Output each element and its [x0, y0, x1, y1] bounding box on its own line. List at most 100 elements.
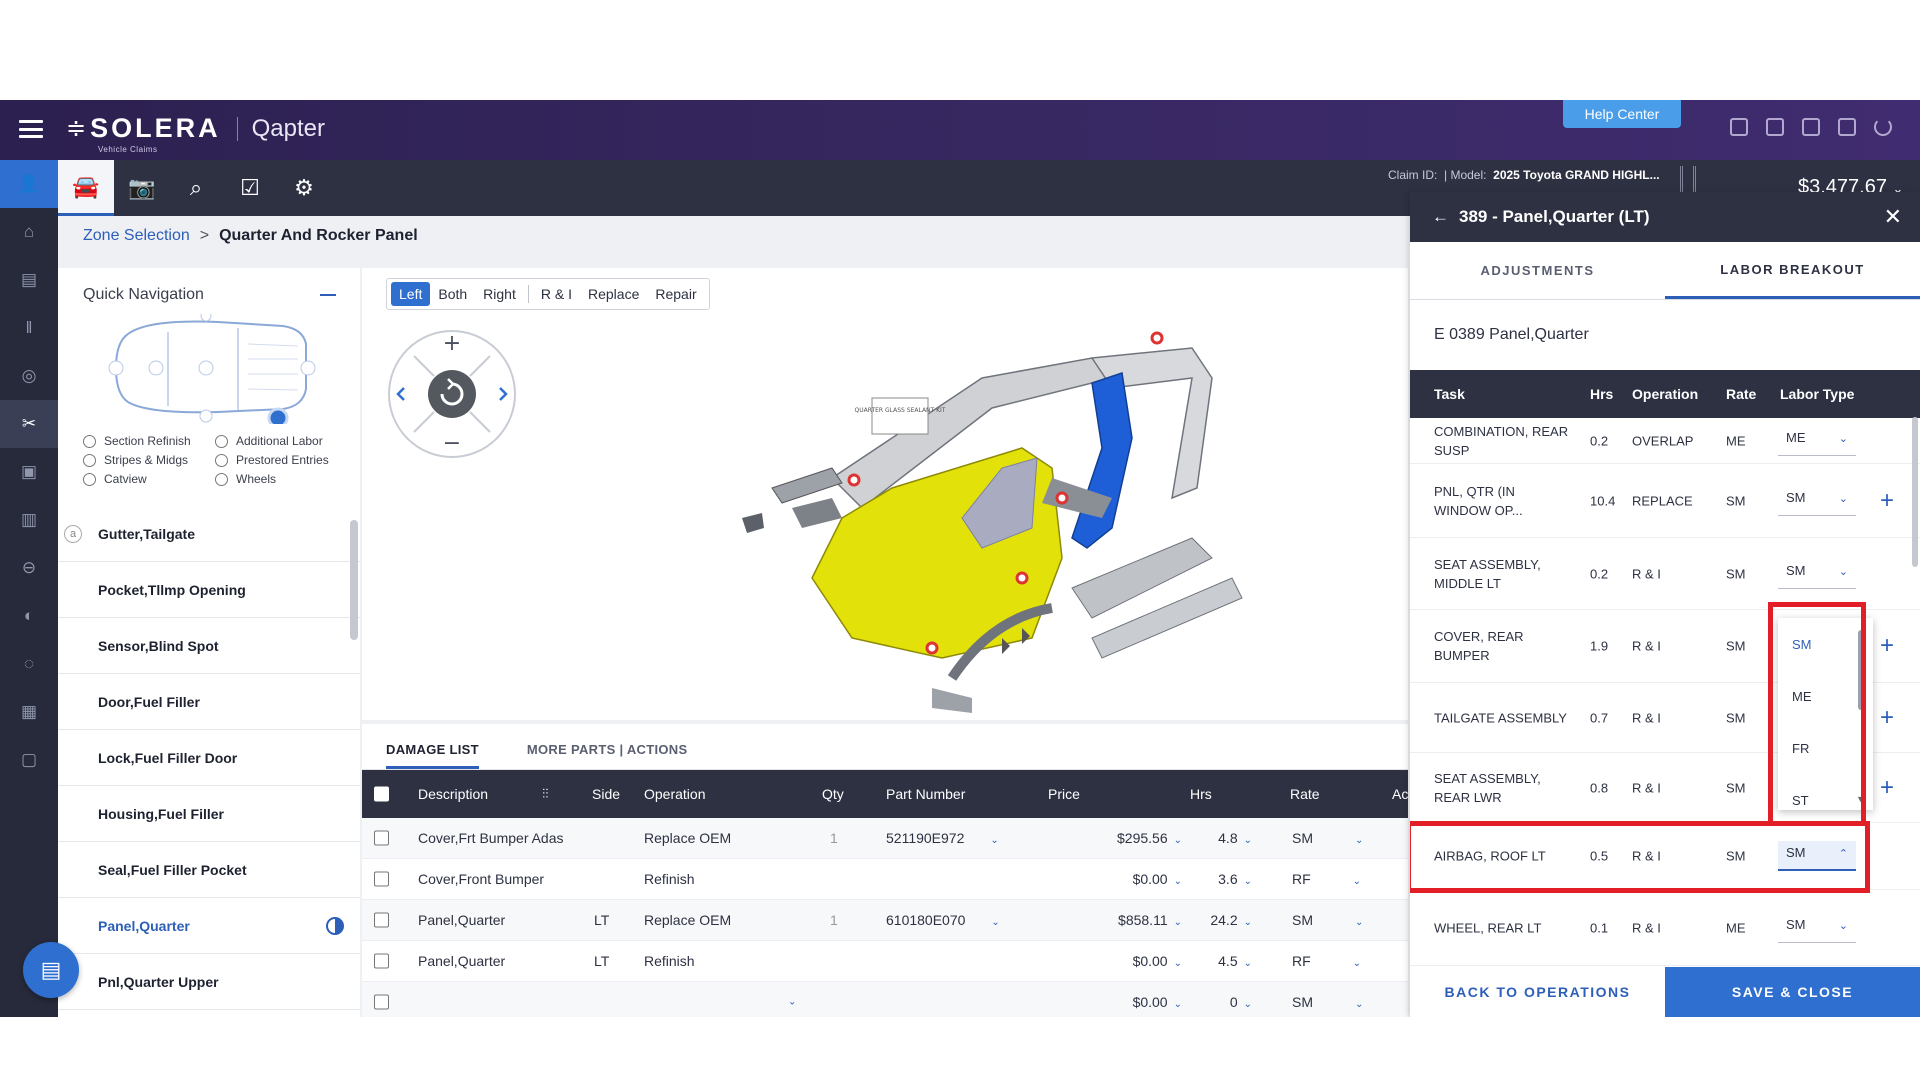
action-ri-button[interactable]: R & I: [533, 282, 580, 306]
add-icon[interactable]: +: [1880, 774, 1894, 802]
row-checkbox[interactable]: [374, 994, 389, 1010]
row-qty[interactable]: 1: [830, 830, 838, 846]
power-icon[interactable]: [1874, 118, 1892, 136]
location-icon[interactable]: ◎: [0, 352, 58, 400]
car-topview-icon[interactable]: [108, 314, 318, 424]
row-rate[interactable]: SM ⌄: [1292, 830, 1372, 846]
action-replace-button[interactable]: Replace: [580, 282, 647, 306]
labor-scrollbar[interactable]: [1912, 417, 1918, 567]
barcode-icon[interactable]: ‖: [0, 304, 58, 352]
part-item[interactable]: Seal,Fuel Filler Pocket: [58, 842, 360, 898]
option-section-refinish[interactable]: Section Refinish: [83, 434, 215, 448]
gear-icon[interactable]: ⚙: [276, 160, 332, 216]
row-qty[interactable]: 1: [830, 912, 838, 928]
labor-type-select[interactable]: SM ⌄: [1778, 913, 1856, 943]
row-price[interactable]: $0.00 ⌄: [1082, 871, 1182, 887]
row-checkbox[interactable]: [374, 830, 389, 846]
row-rate[interactable]: RF ⌄: [1292, 953, 1372, 969]
part-item[interactable]: a Gutter,Tailgate: [58, 506, 360, 562]
view-left-button[interactable]: Left: [391, 282, 431, 306]
help-center-button[interactable]: Help Center: [1563, 100, 1681, 128]
tab-more-parts-actions[interactable]: MORE PARTS | ACTIONS: [527, 742, 688, 769]
chevron-down-icon[interactable]: ⌄: [788, 997, 796, 1008]
view-right-button[interactable]: Right: [475, 282, 524, 306]
table-row[interactable]: ⌄ $0.00 ⌄ 0 ⌄ SM ⌄: [362, 982, 1408, 1017]
option-catview[interactable]: Catview: [83, 472, 215, 486]
report-icon[interactable]: ▥: [0, 496, 58, 544]
table-row[interactable]: Panel,Quarter LT Replace OEM 1 610180E070 ⌄ $8…: [362, 900, 1408, 941]
row-checkbox[interactable]: [374, 912, 389, 928]
document-nav-icon[interactable]: ▤: [0, 256, 58, 304]
option-wheels[interactable]: Wheels: [215, 472, 345, 486]
tab-labor-breakout[interactable]: LABOR BREAKOUT: [1665, 242, 1920, 299]
parts-scrollbar[interactable]: [350, 520, 358, 640]
row-hrs[interactable]: 4.5 ⌄: [1192, 953, 1252, 969]
close-icon[interactable]: ✕: [1884, 204, 1902, 230]
row-rate[interactable]: SM ⌄: [1292, 912, 1372, 928]
row-hrs[interactable]: 3.6 ⌄: [1192, 871, 1252, 887]
file-nav-icon[interactable]: ▢: [0, 736, 58, 784]
view-both-button[interactable]: Both: [430, 282, 475, 306]
collapse-icon[interactable]: [320, 294, 336, 296]
part-item[interactable]: Sensor,Blind Spot: [58, 618, 360, 674]
table-row[interactable]: Cover,Frt Bumper Adas Replace OEM 1 521190E…: [362, 818, 1408, 859]
camera-nav-icon[interactable]: ◐: [0, 592, 58, 640]
part-item[interactable]: Pocket,Tllmp Opening: [58, 562, 360, 618]
menu-icon[interactable]: [19, 120, 43, 138]
search-icon[interactable]: ⌕: [168, 160, 224, 216]
column-settings-icon[interactable]: ⫶⫶: [542, 786, 549, 802]
row-checkbox[interactable]: [374, 871, 389, 887]
row-hrs[interactable]: 0 ⌄: [1192, 994, 1252, 1010]
table-row[interactable]: Cover,Front Bumper Refinish $0.00 ⌄ 3.6 ⌄ RF ⌄: [362, 859, 1408, 900]
part-item[interactable]: Housing,Fuel Filler: [58, 786, 360, 842]
row-part-number[interactable]: 610180E070 ⌄: [886, 912, 1000, 928]
exploded-parts-diagram[interactable]: QUARTER GLASS SEALANT KIT: [692, 318, 1252, 718]
part-item[interactable]: Door,Fuel Filler: [58, 674, 360, 730]
add-icon[interactable]: +: [1880, 487, 1894, 515]
minus-circle-icon[interactable]: ⊖: [0, 544, 58, 592]
row-part-number[interactable]: 521190E972 ⌄: [886, 830, 999, 846]
document-icon[interactable]: [1802, 118, 1820, 136]
resize-handle-icon[interactable]: [1680, 166, 1696, 192]
row-rate[interactable]: SM ⌄: [1292, 994, 1372, 1010]
rotate-control[interactable]: + −: [386, 328, 518, 460]
row-price[interactable]: $0.00 ⌄: [1082, 953, 1182, 969]
row-price[interactable]: $295.56 ⌄: [1082, 830, 1182, 846]
breadcrumb-zone-selection[interactable]: Zone Selection: [83, 227, 190, 245]
apps-grid-icon[interactable]: [1730, 118, 1748, 136]
part-item-selected[interactable]: Panel,Quarter: [58, 898, 360, 954]
notes-icon[interactable]: [1838, 118, 1856, 136]
action-repair-button[interactable]: Repair: [647, 282, 704, 306]
select-all-checkbox[interactable]: [374, 786, 389, 802]
chat-icon[interactable]: ▤: [23, 942, 79, 998]
labor-type-select[interactable]: SM ⌄: [1778, 486, 1856, 516]
labor-type-select[interactable]: ME ⌄: [1778, 426, 1856, 456]
labor-type-select[interactable]: SM ⌄: [1778, 559, 1856, 589]
row-hrs[interactable]: 4.8 ⌄: [1192, 830, 1252, 846]
option-stripes-midgs[interactable]: Stripes & Midgs: [83, 453, 215, 467]
row-price[interactable]: $858.11 ⌄: [1082, 912, 1182, 928]
comment-icon[interactable]: ◌: [0, 640, 58, 688]
save-close-button[interactable]: SAVE & CLOSE: [1665, 967, 1920, 1017]
camera-icon[interactable]: 📷: [114, 160, 170, 216]
add-icon[interactable]: +: [1880, 632, 1894, 660]
home-icon[interactable]: ⌂: [0, 208, 58, 256]
row-hrs[interactable]: 24.2 ⌄: [1192, 912, 1252, 928]
part-item[interactable]: Lock,Fuel Filler Door: [58, 730, 360, 786]
tab-adjustments[interactable]: ADJUSTMENTS: [1410, 242, 1665, 299]
row-price[interactable]: $0.00 ⌄: [1082, 994, 1182, 1010]
row-rate[interactable]: RF ⌄: [1292, 871, 1372, 887]
part-item[interactable]: Pnl,Quarter Upper: [58, 954, 360, 1010]
back-to-operations-button[interactable]: BACK TO OPERATIONS: [1410, 967, 1665, 1017]
vehicle-icon[interactable]: 🚘: [58, 160, 114, 216]
back-arrow-icon[interactable]: ←: [1432, 207, 1449, 227]
add-icon[interactable]: +: [1880, 704, 1894, 732]
option-prestored-entries[interactable]: Prestored Entries: [215, 453, 345, 467]
messages-icon[interactable]: [1766, 118, 1784, 136]
tools-icon[interactable]: ✂: [0, 400, 58, 448]
gallery-icon[interactable]: ▣: [0, 448, 58, 496]
table-row[interactable]: Panel,Quarter LT Refinish $0.00 ⌄ 4.5 ⌄ RF ⌄: [362, 941, 1408, 982]
option-additional-labor[interactable]: Additional Labor: [215, 434, 345, 448]
tab-damage-list[interactable]: DAMAGE LIST: [386, 742, 479, 769]
clipboard-nav-icon[interactable]: ▦: [0, 688, 58, 736]
